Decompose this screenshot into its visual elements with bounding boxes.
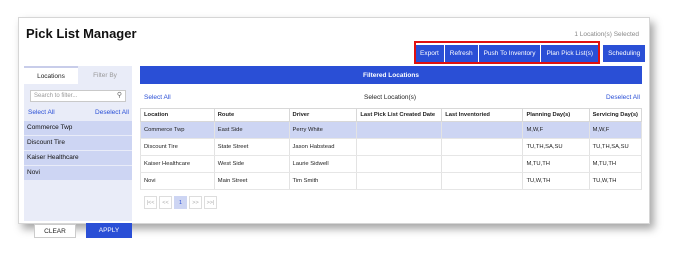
list-item[interactable]: Novi [24,166,132,181]
column-header-servicing-days[interactable]: Servicing Day(s) [588,108,643,122]
table-row[interactable]: Novi Main Street Tim Smith TU,W,TH TU,W,… [140,172,643,190]
locations-panel: Locations Filter By Search to filter... … [24,66,132,238]
select-all-link[interactable]: Select All [28,109,55,116]
table-row[interactable]: Discount Tire State Street Jason Habstea… [140,138,643,156]
cell-driver: Tim Smith [288,172,358,190]
cell-planning-days: M,W,F [522,121,590,139]
cell-planning-days: TU,W,TH [522,172,590,190]
pagination: |<< << 1 >> >>| [144,196,217,209]
page-title: Pick List Manager [26,26,137,41]
cell-last-inventoried [441,138,524,156]
apply-button[interactable]: APPLY [86,223,132,238]
cell-route: West Side [213,155,290,173]
list-item[interactable]: Kaiser Healthcare [24,151,132,166]
panel-tabs: Locations Filter By [24,66,132,84]
pick-list-manager-window: Pick List Manager 1 Location(s) Selected… [18,17,650,238]
locations-table: Location Route Driver Last Pick List Cre… [140,108,643,190]
push-to-inventory-button[interactable]: Push To Inventory [478,45,541,62]
column-header-driver[interactable]: Driver [288,108,358,122]
cell-route: East Side [213,121,290,139]
column-header-planning-days[interactable]: Planning Day(s) [522,108,590,122]
cell-servicing-days: TU,W,TH [588,172,643,190]
next-page-button[interactable]: >> [189,196,202,209]
cell-route: State Street [213,138,290,156]
cell-location: Discount Tire [140,138,215,156]
list-item[interactable]: Commerce Twp [24,121,132,136]
page-number-button[interactable]: 1 [174,196,187,209]
column-header-last-inventoried[interactable]: Last Inventoried [441,108,524,122]
panel-header: Filtered Locations [140,66,642,84]
column-header-route[interactable]: Route [213,108,290,122]
location-list: Commerce Twp Discount Tire Kaiser Health… [24,121,132,181]
search-input[interactable]: Search to filter... ⚲ [30,90,126,102]
table-row[interactable]: Kaiser Healthcare West Side Laurie Sidwe… [140,155,643,173]
cell-servicing-days: M,TU,TH [588,155,643,173]
filtered-locations-panel: Filtered Locations Select All Select Loc… [140,66,643,221]
last-page-button[interactable]: >>| [204,196,217,209]
cell-location: Commerce Twp [140,121,215,139]
cell-last-pick-list [356,155,443,173]
select-locations-label: Select Location(s) [364,94,417,101]
first-page-button[interactable]: |<< [144,196,157,209]
selected-count: 1 Location(s) Selected [574,31,639,38]
cell-servicing-days: TU,TH,SA,SU [588,138,643,156]
tab-filter-by[interactable]: Filter By [78,66,132,84]
export-button[interactable]: Export [415,45,444,62]
clear-button[interactable]: CLEAR [34,224,76,238]
list-item[interactable]: Discount Tire [24,136,132,151]
refresh-button[interactable]: Refresh [444,45,478,62]
column-header-location[interactable]: Location [140,108,215,122]
cell-location: Novi [140,172,215,190]
cell-location: Kaiser Healthcare [140,155,215,173]
plan-pick-lists-button[interactable]: Plan Pick List(s) [541,45,599,62]
cell-planning-days: M,TU,TH [522,155,590,173]
cell-last-inventoried [441,155,524,173]
cell-planning-days: TU,TH,SA,SU [522,138,590,156]
prev-page-button[interactable]: << [159,196,172,209]
cell-route: Main Street [213,172,290,190]
select-all-link[interactable]: Select All [144,94,171,101]
deselect-all-link[interactable]: Deselect All [95,109,129,116]
table-header-row: Location Route Driver Last Pick List Cre… [140,108,643,122]
cell-servicing-days: M,W,F [588,121,643,139]
cell-last-pick-list [356,172,443,190]
cell-last-inventoried [441,121,524,139]
deselect-all-link[interactable]: Deselect All [606,94,640,101]
cell-last-pick-list [356,138,443,156]
table-row[interactable]: Commerce Twp East Side Perry White M,W,F… [140,121,643,139]
search-placeholder: Search to filter... [34,93,78,99]
cell-last-inventoried [441,172,524,190]
scheduling-button[interactable]: Scheduling [603,45,646,62]
tab-locations[interactable]: Locations [24,66,78,84]
column-header-last-pick-list[interactable]: Last Pick List Created Date [356,108,443,122]
search-icon: ⚲ [116,92,122,99]
cell-driver: Perry White [288,121,358,139]
toolbar: Export Refresh Push To Inventory Plan Pi… [415,43,646,65]
cell-driver: Laurie Sidwell [288,155,358,173]
cell-last-pick-list [356,121,443,139]
cell-driver: Jason Habstead [288,138,358,156]
